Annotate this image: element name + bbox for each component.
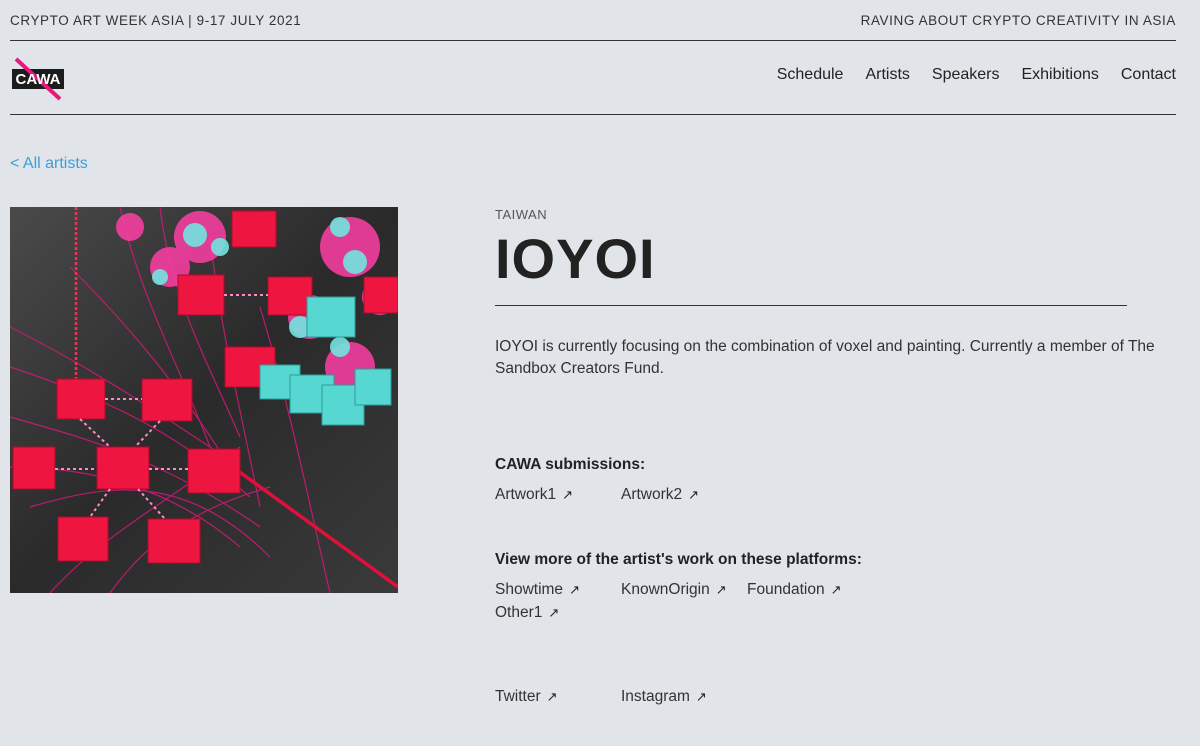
social-links: Twitter ↗ Instagram ↗ — [495, 685, 875, 708]
twitter-link[interactable]: Twitter ↗ — [495, 685, 621, 708]
nav-artists[interactable]: Artists — [865, 66, 909, 84]
artist-artwork-image — [10, 207, 398, 593]
artist-name: IOYOI — [495, 227, 656, 290]
main-header: CAWA Schedule Artists Speakers Exhibitio… — [10, 41, 1176, 115]
nav-exhibitions[interactable]: Exhibitions — [1021, 66, 1098, 84]
knownorigin-link[interactable]: KnownOrigin ↗ — [621, 578, 747, 601]
submissions-heading: CAWA submissions: — [495, 456, 646, 473]
north-east-arrow-icon: ↗ — [695, 688, 707, 704]
platforms-heading: View more of the artist's work on these … — [495, 551, 862, 568]
artwork2-link[interactable]: Artwork2 ↗ — [621, 483, 747, 506]
artist-profile: TAIWAN IOYOI IOYOI is currently focusing… — [495, 207, 1175, 708]
main-nav: Schedule Artists Speakers Exhibitions Co… — [777, 66, 1176, 84]
foundation-link[interactable]: Foundation ↗ — [747, 578, 873, 601]
north-east-arrow-icon: ↗ — [548, 604, 560, 620]
showtime-link[interactable]: Showtime ↗ — [495, 578, 621, 601]
instagram-link[interactable]: Instagram ↗ — [621, 685, 747, 708]
title-divider — [495, 305, 1127, 306]
north-east-arrow-icon: ↗ — [688, 486, 700, 502]
back-to-all-artists-link[interactable]: < All artists — [10, 155, 88, 173]
nav-schedule[interactable]: Schedule — [777, 66, 844, 84]
nav-contact[interactable]: Contact — [1121, 66, 1176, 84]
north-east-arrow-icon: ↗ — [569, 581, 580, 597]
svg-text:CAWA: CAWA — [16, 71, 61, 88]
top-announcement-bar: CRYPTO ART WEEK ASIA | 9-17 JULY 2021 RA… — [10, 0, 1176, 41]
submissions-links: Artwork1 ↗ Artwork2 ↗ — [495, 483, 875, 506]
north-east-arrow-icon: ↗ — [562, 486, 574, 502]
other1-link[interactable]: Other1 ↗ — [495, 601, 621, 624]
north-east-arrow-icon: ↗ — [715, 581, 727, 597]
north-east-arrow-icon: ↗ — [546, 688, 558, 704]
artwork1-link[interactable]: Artwork1 ↗ — [495, 483, 621, 506]
cawa-logo[interactable]: CAWA — [10, 55, 68, 101]
artist-bio: IOYOI is currently focusing on the combi… — [495, 338, 1155, 377]
platform-links: Showtime ↗ KnownOrigin ↗ Foundation ↗ Other… — [495, 578, 875, 624]
event-dates-text: CRYPTO ART WEEK ASIA | 9-17 JULY 2021 — [10, 12, 302, 28]
artist-country: TAIWAN — [495, 207, 548, 222]
north-east-arrow-icon: ↗ — [830, 581, 842, 597]
nav-speakers[interactable]: Speakers — [932, 66, 1000, 84]
tagline-text: RAVING ABOUT CRYPTO CREATIVITY IN ASIA — [860, 12, 1176, 28]
